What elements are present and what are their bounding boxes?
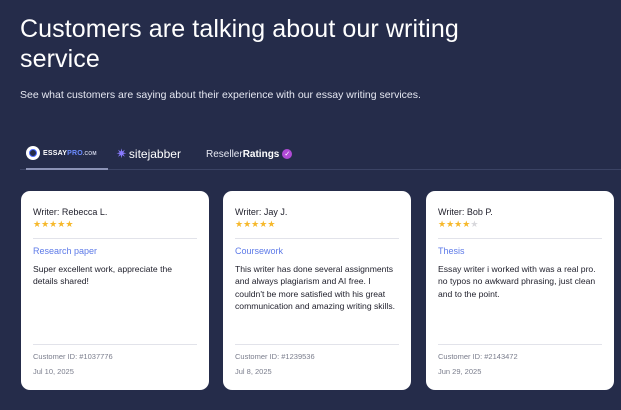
star-icon: ★ <box>267 219 276 229</box>
divider <box>235 344 399 345</box>
star-rating: ★★★★★ <box>33 219 73 230</box>
review-category: Thesis <box>438 246 465 256</box>
divider <box>438 238 602 239</box>
resellerratings-label: ResellerRatings <box>206 148 280 160</box>
review-card: Writer: Jay J. ★★★★★ Coursework This wri… <box>223 191 411 390</box>
sitejabber-logo-icon: ✷ <box>116 146 127 161</box>
star-icon: ★ <box>65 219 74 229</box>
review-category: Research paper <box>33 246 98 256</box>
star-icon: ★ <box>438 219 447 229</box>
star-empty-icon: ★ <box>470 219 479 229</box>
star-rating: ★★★★★ <box>235 219 275 230</box>
review-writer: Writer: Rebecca L. <box>33 207 108 217</box>
review-source-tabs: ESSAYPRO.COM ✷ sitejabber ResellerRating… <box>20 138 621 170</box>
customer-id: Customer ID: #1239536 <box>235 352 315 361</box>
customer-id: Customer ID: #2143472 <box>438 352 518 361</box>
review-writer: Writer: Bob P. <box>438 207 493 217</box>
star-icon: ★ <box>235 219 244 229</box>
divider <box>438 344 602 345</box>
review-card: Writer: Bob P. ★★★★★ Thesis Essay writer… <box>426 191 614 390</box>
review-date: Jul 10, 2025 <box>33 367 74 376</box>
review-writer: Writer: Jay J. <box>235 207 288 217</box>
star-rating: ★★★★★ <box>438 219 478 230</box>
review-text: Super excellent work, appreciate the det… <box>33 264 173 287</box>
divider <box>33 344 197 345</box>
review-category: Coursework <box>235 246 284 256</box>
page-title: Customers are talking about our writing … <box>20 15 459 73</box>
page-subtitle: See what customers are saying about thei… <box>20 89 421 101</box>
star-icon: ★ <box>446 219 455 229</box>
verified-check-icon: ✓ <box>282 149 293 159</box>
essaypro-logo-text: ESSAYPRO.COM <box>43 149 97 157</box>
divider <box>235 238 399 239</box>
divider <box>33 238 197 239</box>
review-text: Essay writer i worked with was a real pr… <box>438 264 596 299</box>
sitejabber-label: sitejabber <box>128 147 181 161</box>
essaypro-logo-icon <box>26 146 40 160</box>
review-card: Writer: Rebecca L. ★★★★★ Research paper … <box>21 191 209 390</box>
customer-id: Customer ID: #1037776 <box>33 352 113 361</box>
star-icon: ★ <box>243 219 252 229</box>
review-date: Jul 8, 2025 <box>235 367 272 376</box>
tab-resellerratings[interactable]: ResellerRatings ✓ <box>206 138 296 170</box>
review-text: This writer has done several assignments… <box>235 264 396 311</box>
star-icon: ★ <box>33 219 42 229</box>
tab-essaypro[interactable]: ESSAYPRO.COM <box>26 138 108 170</box>
review-date: Jun 29, 2025 <box>438 367 482 376</box>
star-icon: ★ <box>41 219 50 229</box>
tab-sitejabber[interactable]: ✷ sitejabber <box>116 138 188 170</box>
